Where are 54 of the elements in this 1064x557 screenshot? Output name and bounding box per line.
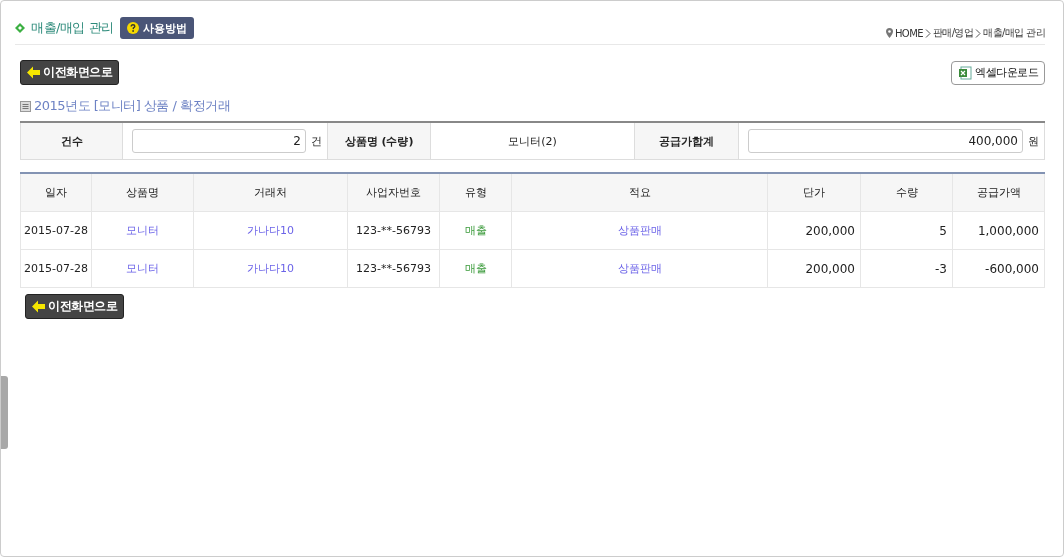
- table-cell: 매출: [464, 262, 487, 275]
- location-pin-icon: [885, 28, 893, 38]
- help-button[interactable]: 사용방법: [119, 17, 194, 39]
- chevron-right-icon: [975, 28, 982, 38]
- breadcrumb-item[interactable]: 판매/영업: [932, 26, 974, 40]
- summary-value: 모니터(2): [508, 134, 557, 148]
- table-cell: 매출: [464, 224, 487, 237]
- chevron-right-icon: [924, 28, 931, 38]
- table-cell: 2015-07-28: [24, 262, 88, 275]
- scroll-handle[interactable]: [1, 376, 8, 449]
- column-header: 단가: [803, 186, 825, 199]
- table-cell: -600,000: [985, 261, 1039, 276]
- summary-label: 건수: [60, 134, 83, 148]
- table-cell: 1,000,000: [977, 223, 1039, 238]
- column-header: 상품명: [126, 186, 159, 199]
- column-header: 사업자번호: [366, 186, 421, 199]
- column-header: 거래처: [254, 186, 287, 199]
- table-link[interactable]: 상품판매: [617, 224, 662, 237]
- input-field[interactable]: 400,000: [748, 129, 1023, 153]
- table-link[interactable]: 상품판매: [617, 262, 662, 275]
- table-link[interactable]: 모니터: [126, 224, 159, 237]
- table-cell: -3: [935, 261, 947, 276]
- table-cell: 200,000: [805, 223, 855, 238]
- table-link[interactable]: 모니터: [126, 262, 159, 275]
- column-header: 수량: [895, 186, 918, 199]
- section-title: 2015년도 [모니터] 상품 / 확정거래: [34, 97, 231, 115]
- input-field[interactable]: 2: [132, 129, 306, 153]
- summary-label: 공급가합계: [659, 134, 714, 148]
- arrow-left-icon: [32, 300, 45, 313]
- table-cell: 123-**-56793: [356, 224, 431, 237]
- table-link[interactable]: 가나다10: [247, 262, 294, 275]
- back-button[interactable]: 이전화면으로: [20, 60, 119, 85]
- excel-download-button[interactable]: 엑셀다운로드: [951, 60, 1045, 85]
- column-header: 적요: [628, 186, 651, 199]
- list-icon: [20, 100, 31, 112]
- back-button[interactable]: 이전화면으로: [25, 294, 124, 319]
- question-icon: [126, 22, 139, 34]
- table-cell: 2015-07-28: [24, 224, 88, 237]
- table-cell: 123-**-56793: [356, 262, 431, 275]
- column-header: 일자: [45, 186, 67, 199]
- unit-label: 원: [1028, 133, 1039, 149]
- summary-label: 상품명 (수량): [344, 134, 414, 148]
- diamond-icon: [15, 23, 25, 33]
- spreadsheet-icon: [958, 65, 972, 80]
- column-header: 공급가액: [976, 186, 1021, 199]
- breadcrumb-item[interactable]: HOME: [894, 27, 923, 39]
- table-link[interactable]: 가나다10: [247, 224, 294, 237]
- breadcrumb-item[interactable]: 매출/매입 관리: [983, 26, 1045, 40]
- column-header: 유형: [464, 186, 487, 199]
- unit-label: 건: [311, 133, 322, 149]
- page-title: 매출/매입 관리: [31, 19, 114, 37]
- table-cell: 200,000: [805, 261, 855, 276]
- arrow-left-icon: [27, 66, 40, 79]
- table-cell: 5: [939, 223, 947, 238]
